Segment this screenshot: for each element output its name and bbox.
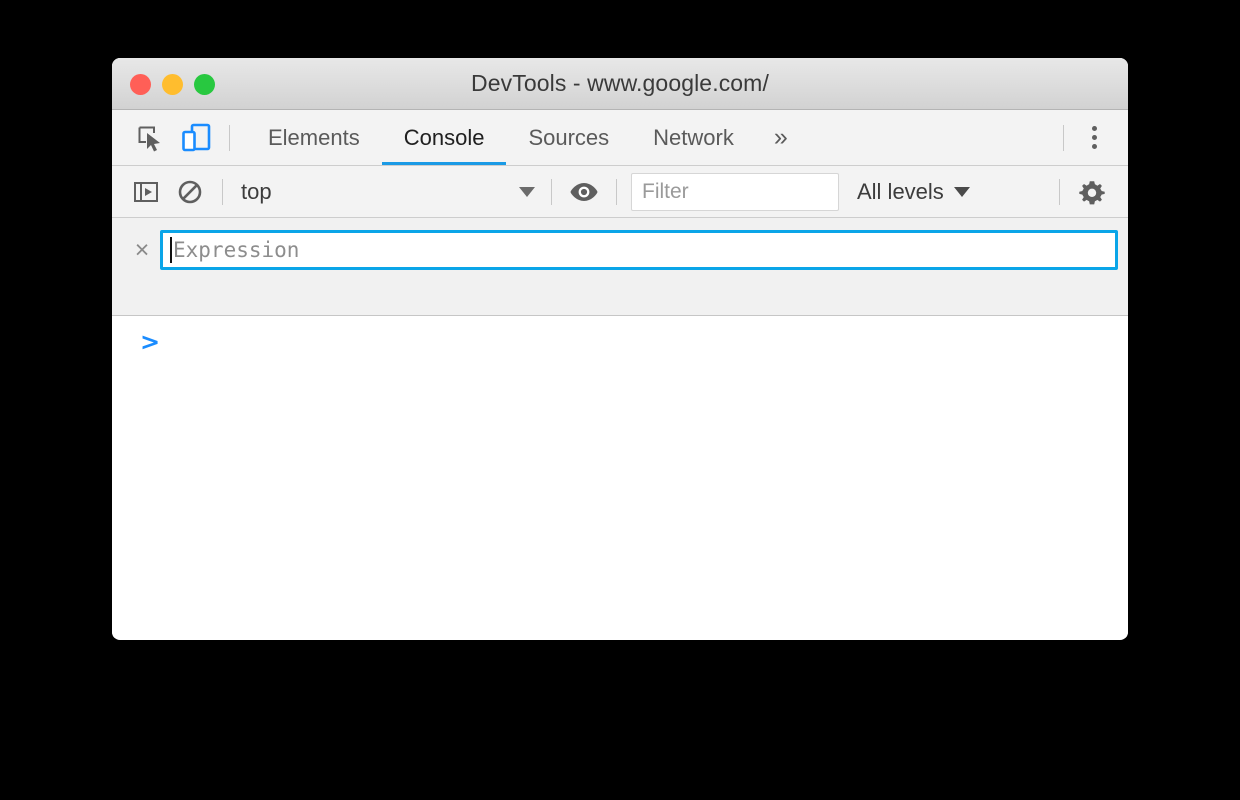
console-toolbar: top Filter All levels	[112, 166, 1128, 218]
execution-context-selector[interactable]: top	[233, 175, 541, 209]
clear-console-icon[interactable]	[168, 172, 212, 212]
screen: DevTools - www.google.com/ Elements Cons…	[0, 0, 1240, 800]
console-toolbar-right	[1049, 172, 1128, 212]
device-toolbar-icon[interactable]	[173, 118, 219, 158]
close-icon[interactable]: ×	[124, 232, 160, 268]
text-caret	[170, 237, 172, 263]
panel-tabs: Elements Console Sources Network »	[246, 110, 806, 165]
devtools-tabbar: Elements Console Sources Network »	[112, 110, 1128, 166]
chevron-down-icon	[953, 186, 970, 197]
filter-placeholder: Filter	[642, 179, 689, 203]
more-tabs-icon[interactable]: »	[756, 110, 806, 165]
live-expression-input[interactable]: Expression	[160, 230, 1118, 270]
chevron-down-icon	[519, 186, 535, 197]
tabbar-right-controls	[1053, 118, 1128, 158]
log-level-value: All levels	[857, 178, 944, 204]
create-live-expression-icon[interactable]	[562, 172, 606, 212]
console-toolbar-separator-4	[1059, 178, 1060, 205]
tab-sources-label: Sources	[528, 124, 610, 150]
tab-console-label: Console	[403, 124, 485, 150]
tab-elements-label: Elements	[268, 124, 360, 150]
console-toolbar-separator-1	[222, 178, 223, 205]
inspect-element-icon[interactable]	[127, 118, 173, 158]
tabbar-right-separator	[1063, 124, 1064, 151]
tab-network[interactable]: Network	[631, 110, 756, 165]
console-toolbar-separator-2	[551, 178, 552, 205]
tab-network-label: Network	[653, 124, 734, 150]
tab-console[interactable]: Console	[381, 110, 507, 165]
console-toolbar-separator-3	[616, 178, 617, 205]
window-title: DevTools - www.google.com/	[471, 70, 769, 96]
live-expression-placeholder: Expression	[173, 238, 300, 262]
filter-input[interactable]: Filter	[631, 172, 839, 211]
devtools-window: DevTools - www.google.com/ Elements Cons…	[112, 58, 1128, 640]
console-sidebar-icon[interactable]	[124, 172, 168, 212]
settings-gear-icon[interactable]	[1070, 172, 1114, 212]
console-prompt-row[interactable]: >	[112, 316, 1128, 354]
tabbar-separator	[229, 124, 230, 151]
tab-elements[interactable]: Elements	[246, 110, 382, 165]
live-expression-pane: × Expression	[112, 218, 1128, 316]
tab-sources[interactable]: Sources	[506, 110, 631, 165]
console-output[interactable]: >	[112, 316, 1128, 638]
live-expression-row: × Expression	[112, 218, 1128, 270]
execution-context-value: top	[241, 178, 272, 204]
log-level-selector[interactable]: All levels	[857, 179, 970, 205]
console-prompt-icon: >	[140, 328, 161, 356]
window-titlebar: DevTools - www.google.com/	[112, 58, 1128, 110]
three-dot-menu-icon[interactable]	[1074, 118, 1114, 158]
